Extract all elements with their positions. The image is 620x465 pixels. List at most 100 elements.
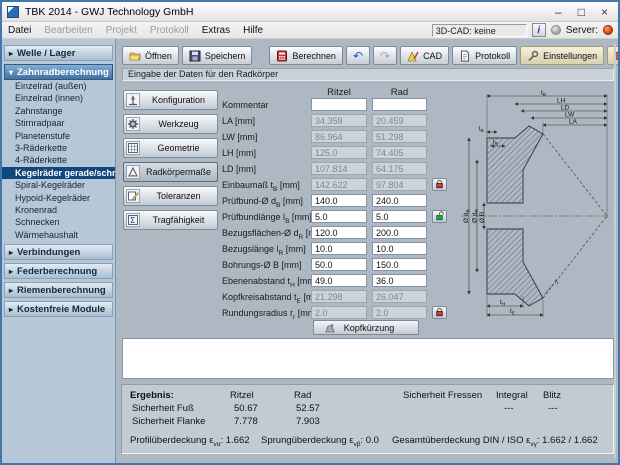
input-kommentar-ritzel[interactable] <box>311 98 367 111</box>
save-button[interactable]: Speichern <box>181 46 253 65</box>
kopfkuerzung-button[interactable]: Kopfkürzung <box>313 320 419 335</box>
nav-werkzeug[interactable]: Werkzeug <box>123 114 218 134</box>
settings-icon <box>527 50 539 62</box>
lock-open-icon[interactable] <box>432 210 447 223</box>
input-bezugslänge-l-rad[interactable] <box>372 242 427 255</box>
column-header-rad: Rad <box>390 87 409 98</box>
triangle-right-icon: ▸ <box>8 285 13 295</box>
svg-text:tH: tH <box>500 299 506 308</box>
redo-button: ↷ <box>373 46 398 65</box>
profil-ueberdeckung: Profilüberdeckung εvα: 1.662 <box>130 435 250 448</box>
lock-closed-icon[interactable] <box>432 306 447 319</box>
sidebar-item-kronenrad[interactable]: Kronenrad <box>2 204 115 216</box>
result-value: --- <box>548 403 558 414</box>
input-prüfbundlänge-l-rad[interactable] <box>372 210 427 223</box>
sidebar-group-federberechnung[interactable]: ▸ Federberechnung <box>4 263 113 280</box>
nav-label: Werkzeug <box>158 119 199 129</box>
sidebar-group-riemenberechnung[interactable]: ▸ Riemenberechnung <box>4 282 113 299</box>
input-bohrungs-b-ritzel[interactable] <box>311 258 367 271</box>
nav-radkörpermaße[interactable]: Radkörpermaße <box>123 162 218 182</box>
input-bohrungs-b-rad[interactable] <box>372 258 427 271</box>
minimize-button[interactable]: – <box>555 6 562 18</box>
sidebar-item-kegelräder-gerade-schräg[interactable]: Kegelräder gerade/schräg <box>2 166 126 180</box>
sidebar-group-label: Kostenfreie Module <box>17 303 106 315</box>
input-bezugsflächen-d-rad[interactable] <box>372 226 427 239</box>
close-button[interactable]: × <box>601 6 608 18</box>
input-prüfbund-d-ritzel[interactable] <box>311 194 367 207</box>
result-value: --- <box>504 403 514 414</box>
input-kommentar-rad[interactable] <box>372 98 427 111</box>
input-ebenenabstand-t-rad[interactable] <box>372 274 427 287</box>
nav-geometrie[interactable]: Geometrie <box>123 138 218 158</box>
maximize-button[interactable]: □ <box>578 6 585 18</box>
field-label-prüfbund-d: Prüfbund-Ø dB [mm] <box>222 196 303 209</box>
svg-text:Ø dB: Ø dB <box>463 209 472 223</box>
sidebar-group-label: Verbindungen <box>17 246 81 258</box>
settings-button[interactable]: Einstellungen <box>520 46 605 65</box>
nav-label: Geometrie <box>157 143 200 153</box>
field-label-rundungsradius-r: Rundungsradius rr [mm] <box>222 308 318 321</box>
sidebar-group-label: Federberechnung <box>17 265 98 277</box>
undo-button[interactable]: ↶ <box>345 46 370 65</box>
menu-item-datei[interactable]: Datei <box>8 25 31 36</box>
server-indicator-icon <box>603 25 613 35</box>
result-row-label: Sicherheit Fuß <box>132 403 194 414</box>
sidebar-item-hypoid-kegelräder[interactable]: Hypoid-Kegelräder <box>2 192 115 204</box>
nav-tragfähigkeit[interactable]: Σ Tragfähigkeit <box>123 210 218 230</box>
menu-items: Datei Bearbeiten Projekt Protokoll Extras Hil… <box>8 25 276 36</box>
geometry-icon <box>126 141 140 155</box>
save-icon <box>189 50 201 62</box>
protokoll-button-label: Protokoll <box>475 50 511 61</box>
input-prüfbundlänge-l-ritzel[interactable] <box>311 210 367 223</box>
svg-text:Ø B: Ø B <box>479 212 486 223</box>
sidebar-item-einzelrad-außen[interactable]: Einzelrad (außen) <box>2 80 115 92</box>
field-label-bohrungs-b: Bohrungs-Ø B [mm] <box>222 260 302 270</box>
input-prüfbund-d-rad[interactable] <box>372 194 427 207</box>
sidebar-group-welle-lager[interactable]: ▸ Welle / Lager <box>4 45 113 61</box>
nav-konfiguration[interactable]: Konfiguration <box>123 90 218 110</box>
field-label-kommentar: Kommentar <box>222 100 269 110</box>
menu-item-hilfe[interactable]: Hilfe <box>243 25 263 36</box>
protokoll-button[interactable]: Protokoll <box>452 46 518 65</box>
result-value: 7.903 <box>296 416 320 427</box>
results-col-integral: Integral <box>496 390 528 401</box>
cad-button-label: CAD <box>423 50 443 61</box>
open-button[interactable]: Öffnen <box>122 46 179 65</box>
sidebar-item-schnecken[interactable]: Schnecken <box>2 216 115 228</box>
input-ebenenabstand-t-ritzel[interactable] <box>311 274 367 287</box>
info-button[interactable]: i <box>531 23 546 37</box>
sidebar-group-zahnradberechnung[interactable]: ▾ Zahnradberechnung <box>4 64 113 80</box>
sidebar-group-kostenfreie-module[interactable]: ▸ Kostenfreie Module <box>4 301 113 318</box>
app-window: TBK 2014 - GWJ Technology GmbH – □ × Dat… <box>0 0 620 465</box>
tolerance-icon <box>126 189 140 203</box>
undo-button-icon: ↶ <box>352 48 363 63</box>
result-row-label: Sicherheit Flanke <box>132 416 206 427</box>
sidebar-item-einzelrad-innen[interactable]: Einzelrad (innen) <box>2 92 115 104</box>
sidebar-group-verbindungen[interactable]: ▸ Verbindungen <box>4 244 113 261</box>
calculate-button[interactable]: Berechnen <box>269 46 343 65</box>
nav-toleranzen[interactable]: Toleranzen <box>123 186 218 206</box>
menu-item-projekt: Projekt <box>105 24 137 36</box>
sidebar-item-spiral-kegelräder[interactable]: Spiral-Kegelräder <box>2 179 115 191</box>
sidebar-item-wärmehaushalt[interactable]: Wärmehaushalt <box>2 229 115 241</box>
lock-closed-icon[interactable] <box>432 178 447 191</box>
input-bezugslänge-l-ritzel[interactable] <box>311 242 367 255</box>
tool-icon <box>126 117 140 131</box>
sidebar-item-zahnstange[interactable]: Zahnstange <box>2 105 115 117</box>
input-lw-ritzel <box>311 130 367 143</box>
triangle-right-icon: ▸ <box>8 266 13 276</box>
input-bezugsflächen-d-ritzel[interactable] <box>311 226 367 239</box>
input-kopfkreisabstand-t-rad <box>372 290 427 303</box>
toolbar: Öffnen Speichern Berechnen ↶ ↷ CAD Protokoll Ei… <box>122 46 618 65</box>
sidebar-item-stirnradpaar[interactable]: Stirnradpaar <box>2 117 115 129</box>
sidebar-item-3-räderkette[interactable]: 3-Räderkette <box>2 142 115 154</box>
menu-item-extras[interactable]: Extras <box>202 25 230 36</box>
field-label-ebenenabstand-t: Ebenenabstand tH [mm] <box>222 276 318 289</box>
field-label-einbaumaß-t: Einbaumaß tB [mm] <box>222 180 300 193</box>
cad-button[interactable]: CAD <box>400 46 450 65</box>
sidebar-item-4-räderkette[interactable]: 4-Räderkette <box>2 154 115 166</box>
main-panel: Öffnen Speichern Berechnen ↶ ↷ CAD Protokoll Ei… <box>116 39 618 463</box>
triangle-right-icon: ▸ <box>8 247 13 257</box>
status-strip: Eingabe der Daten für den Radkörper <box>122 68 614 81</box>
sidebar-item-planetenstufe[interactable]: Planetenstufe <box>2 130 115 142</box>
